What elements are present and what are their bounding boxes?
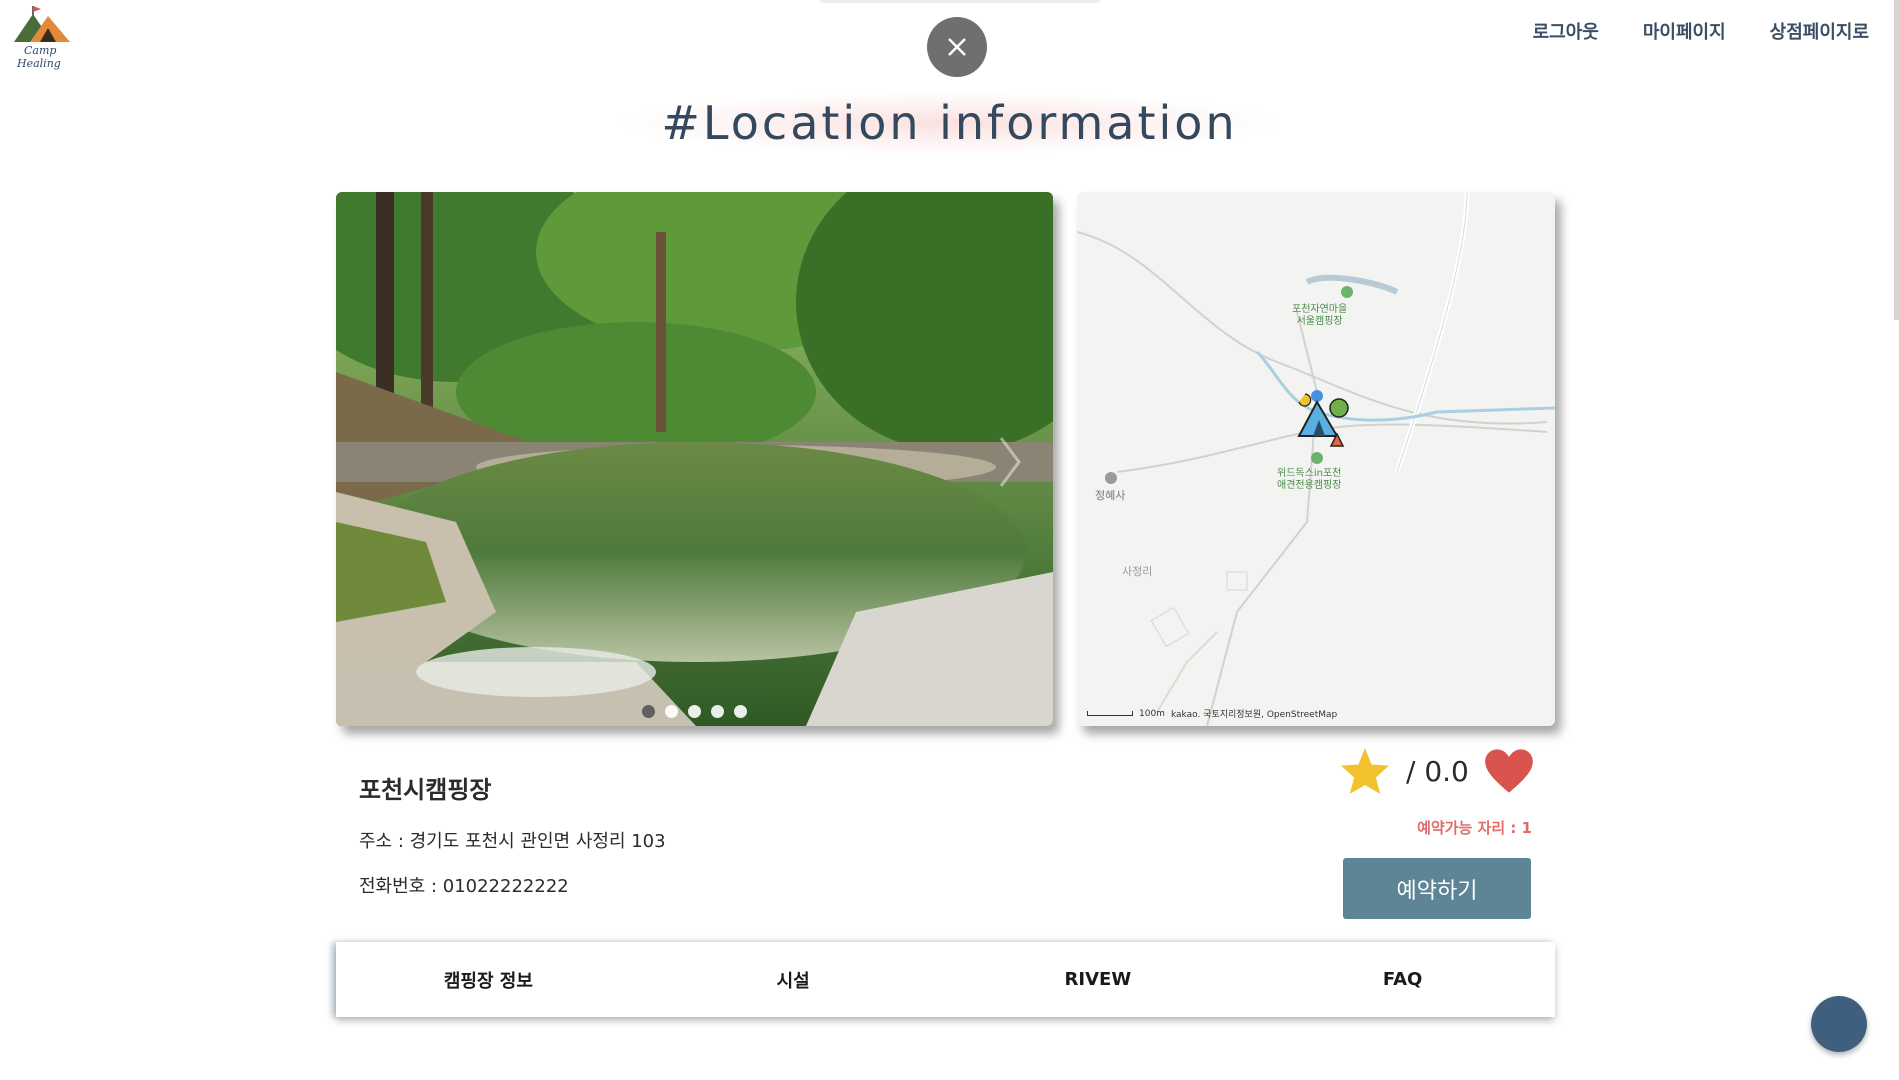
map-attribution: 100m kakao. 국토지리정보원, OpenStreetMap [1087, 707, 1337, 720]
logout-link[interactable]: 로그아웃 [1533, 18, 1599, 44]
top-decoration [820, 0, 1100, 3]
location-map[interactable]: 포천자연마을 서울캠핑장 위드독스in포천 애견전용캠핑장 정혜사 사정리 10… [1077, 192, 1555, 726]
top-navigation: 로그아웃 마이페이지 상점페이지로 [1533, 18, 1869, 44]
map-attribution-text: kakao. 국토지리정보원, OpenStreetMap [1170, 710, 1338, 720]
heart-icon[interactable] [1483, 747, 1535, 795]
carousel-dot[interactable] [711, 705, 724, 718]
tab-facilities[interactable]: 시설 [641, 942, 946, 1017]
star-icon [1341, 748, 1389, 794]
tab-review[interactable]: RIVEW [946, 942, 1251, 1017]
campsite-photo [336, 192, 1053, 726]
camp-healing-logo[interactable]: Camp Healing [12, 2, 74, 74]
carousel-dot[interactable] [665, 705, 678, 718]
camp-phone: 전화번호 : 01022222222 [359, 876, 569, 897]
carousel-indicators [336, 705, 1053, 718]
map-label-temple: 정혜사 [1095, 489, 1126, 502]
availability-text: 예약가능 자리 : 1 [1417, 819, 1532, 837]
shop-link[interactable]: 상점페이지로 [1770, 18, 1869, 44]
tab-faq[interactable]: FAQ [1250, 942, 1555, 1017]
carousel-dot[interactable] [688, 705, 701, 718]
page-scrollbar[interactable] [1894, 0, 1899, 320]
close-icon [948, 38, 966, 56]
camp-info: 포천시캠핑장 [359, 770, 491, 805]
photo-carousel[interactable] [336, 192, 1053, 726]
close-button[interactable] [927, 17, 987, 77]
info-tabs: 캠핑장 정보 시설 RIVEW FAQ [336, 942, 1555, 1017]
reserve-button[interactable]: 예약하기 [1343, 858, 1531, 919]
carousel-next-button[interactable] [995, 432, 1025, 492]
map-scale-label: 100m [1139, 708, 1165, 719]
carousel-dot[interactable] [734, 705, 747, 718]
rating-value: / 0.0 [1406, 754, 1469, 788]
map-scale-bar [1087, 711, 1133, 716]
rating-block: / 0.0 [1338, 746, 1535, 796]
camp-address: 주소 : 경기도 포천시 관인면 사정리 103 [359, 831, 666, 852]
tent-marker-icon [1297, 393, 1349, 447]
tab-camp-info[interactable]: 캠핑장 정보 [336, 942, 641, 1017]
map-label-camp2: 위드독스in포천 애견전용캠핑장 [1277, 468, 1342, 491]
mypage-link[interactable]: 마이페이지 [1643, 18, 1726, 44]
camp-name: 포천시캠핑장 [359, 776, 492, 804]
chevron-right-icon [999, 437, 1021, 487]
logo-text-1: Camp [24, 44, 56, 57]
map-roads [1077, 192, 1555, 726]
map-label-camp1: 포천자연마을 서울캠핑장 [1292, 304, 1348, 327]
page-heading-wrap: #Location information [0, 92, 1899, 154]
page-title: #Location information [621, 92, 1278, 154]
carousel-dot[interactable] [642, 705, 655, 718]
logo-text-2: Healing [16, 57, 61, 70]
map-label-village: 사정리 [1122, 565, 1153, 578]
chat-button[interactable] [1811, 996, 1867, 1052]
